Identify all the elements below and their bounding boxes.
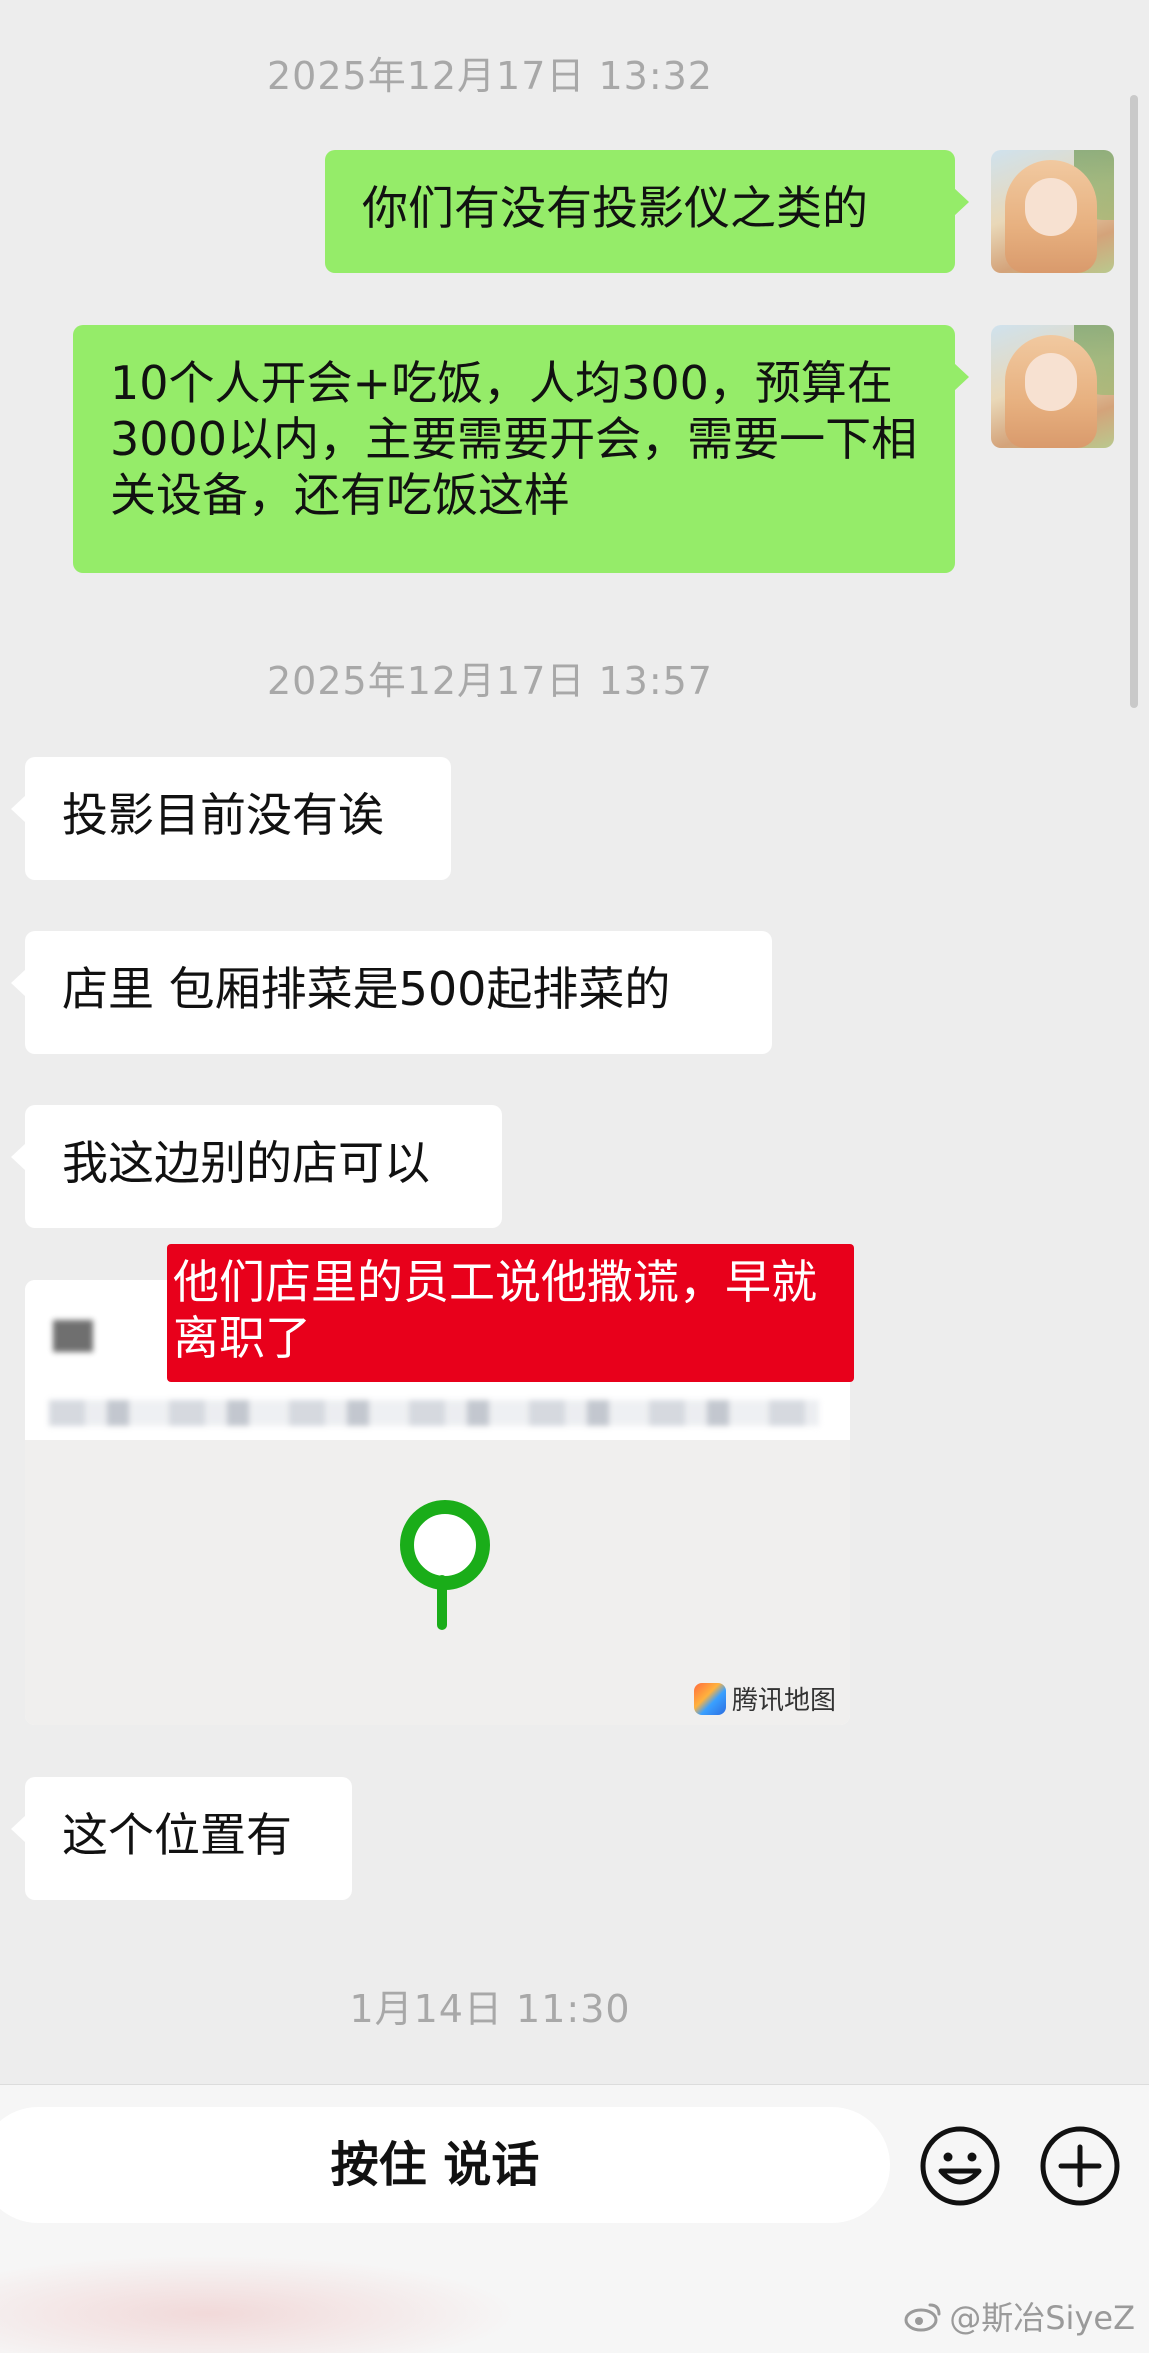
plus-icon[interactable] — [1039, 2125, 1120, 2206]
timestamp: 2025年12月17日 13:32 — [266, 54, 713, 98]
input-bar: 按住 说话 @斯冶SiyeZ — [0, 2084, 1149, 2353]
annotation-overlay: 他们店里的员工说他撒谎，早就离职了 — [167, 1244, 854, 1382]
message-bubble-other[interactable]: 投影目前没有诶 — [11, 757, 451, 880]
emoji-icon[interactable] — [919, 2125, 1000, 2206]
timestamp: 1月14日 11:30 — [349, 1987, 631, 2031]
my-avatar[interactable] — [991, 150, 1114, 273]
message-bubble-other[interactable]: 这个位置有 — [11, 1777, 352, 1900]
location-map[interactable]: 腾讯地图 — [25, 1440, 850, 1725]
blurred-area — [0, 2255, 520, 2353]
tencent-map-icon — [693, 1682, 726, 1715]
timestamp: 2025年12月17日 13:57 — [266, 659, 713, 703]
message-bubble-other[interactable]: 我这边别的店可以 — [11, 1105, 502, 1228]
hold-to-talk-button[interactable]: 按住 说话 — [0, 2107, 890, 2223]
scrollbar[interactable] — [1130, 95, 1138, 708]
location-name-redacted — [53, 1320, 93, 1352]
avatar-face — [1025, 353, 1077, 411]
message-bubble-me[interactable]: 你们有没有投影仪之类的 — [325, 150, 969, 273]
my-avatar[interactable] — [991, 325, 1114, 448]
location-address-redacted — [49, 1400, 819, 1426]
message-bubble-other[interactable]: 店里 包厢排菜是500起排菜的 — [11, 931, 772, 1054]
map-pin-stem — [437, 1575, 447, 1630]
watermark: @斯冶SiyeZ — [903, 2293, 1135, 2339]
weibo-icon — [904, 2303, 941, 2332]
map-provider-label: 腾讯地图 — [731, 1686, 836, 1716]
avatar-face — [1025, 178, 1077, 236]
message-bubble-me[interactable]: 10个人开会+吃饭，人均300，预算在3000以内，主要需要开会，需要一下相关设… — [73, 325, 969, 573]
watermark-text: @斯冶SiyeZ — [949, 2299, 1135, 2337]
map-provider-brand: 腾讯地图 — [693, 1680, 836, 1717]
